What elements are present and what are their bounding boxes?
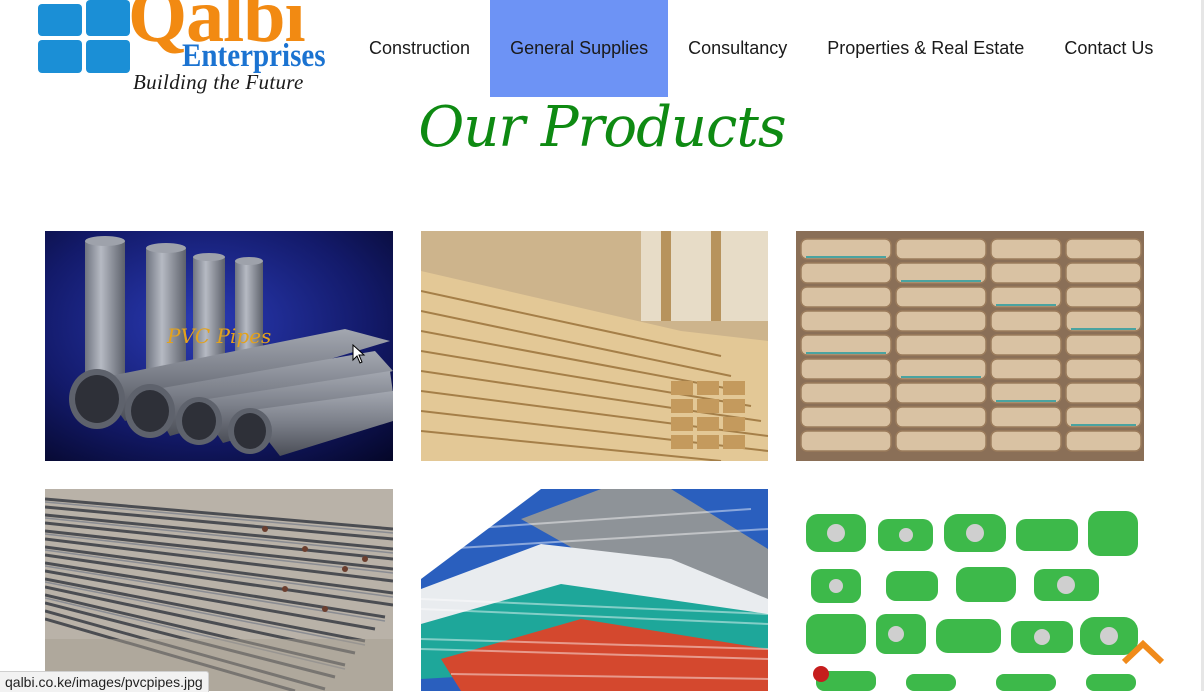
nav-properties-real-estate[interactable]: Properties & Real Estate	[807, 0, 1044, 97]
chevron-up-icon	[1121, 639, 1165, 665]
product-steel-rebar[interactable]	[45, 489, 393, 691]
product-roofing-sheets[interactable]	[421, 489, 768, 691]
back-to-top-button[interactable]	[1120, 636, 1166, 666]
steel-rebar-image	[45, 489, 393, 691]
section-title: Our Products	[418, 95, 786, 160]
logo-subtitle: Enterprises	[182, 38, 326, 74]
link-status-bar: qalbi.co.ke/images/pvcpipes.jpg	[0, 671, 209, 692]
main-nav: Construction General Supplies Consultanc…	[349, 0, 1173, 97]
site-logo[interactable]: Qalbi Enterprises Building the Future	[36, 0, 341, 100]
product-cement[interactable]	[796, 231, 1144, 461]
cement-image	[796, 231, 1144, 461]
pvc-pipes-caption: PVC Pipes	[167, 324, 272, 348]
logo-squares-icon	[38, 0, 132, 73]
nav-consultancy[interactable]: Consultancy	[668, 0, 807, 97]
nav-contact-us[interactable]: Contact Us	[1044, 0, 1173, 97]
logo-tagline: Building the Future	[133, 70, 304, 94]
mouse-cursor-icon	[352, 344, 366, 364]
nav-construction[interactable]: Construction	[349, 0, 490, 97]
product-pvc-pipes[interactable]: PVC Pipes	[45, 231, 393, 461]
roofing-sheets-image	[421, 489, 768, 691]
ppr-fittings-image	[796, 489, 1144, 691]
nav-general-supplies[interactable]: General Supplies	[490, 0, 669, 97]
product-timber[interactable]	[421, 231, 768, 461]
product-ppr-fittings[interactable]	[796, 489, 1144, 691]
timber-image	[421, 231, 768, 461]
